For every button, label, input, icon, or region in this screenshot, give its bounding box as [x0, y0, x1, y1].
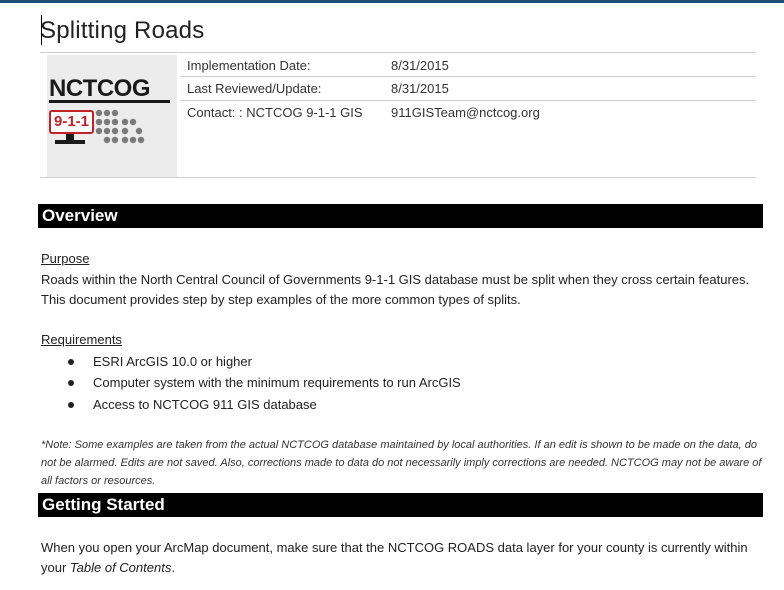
getting-started-heading-bar: Getting Started [38, 493, 763, 517]
overview-heading-bar: Overview [38, 204, 763, 228]
logo-911-monitor: 9-1-1 [49, 110, 94, 134]
contact-email[interactable]: 911GISTeam@nctcog.org [391, 104, 540, 122]
header-row-divider [180, 76, 756, 77]
nctcog-logo: NCTCOG 9-1-1 [47, 55, 177, 177]
purpose-subheading: Purpose [41, 251, 90, 266]
document-title: Splitting Roads [40, 17, 205, 44]
bullet-icon [68, 380, 74, 386]
bullet-icon [68, 359, 74, 365]
top-rule [0, 0, 784, 3]
last-reviewed-label: Last Reviewed/Update: [187, 81, 322, 96]
table-of-contents-term: Table of Contents [69, 560, 172, 575]
requirement-item: ESRI ArcGIS 10.0 or higher [93, 354, 252, 369]
note-paragraph: *Note: Some examples are taken from the … [41, 439, 762, 487]
last-reviewed-value: 8/31/2015 [391, 81, 449, 96]
requirement-item: Computer system with the minimum require… [93, 375, 461, 390]
logo-underline [49, 100, 170, 103]
getting-started-paragraph: When you open your ArcMap document, make… [41, 538, 761, 578]
header-rule [40, 52, 756, 53]
contact-label: Contact: : NCTCOG 9-1-1 GIS [187, 105, 363, 120]
header-bottom-rule [40, 177, 756, 178]
implementation-date-value: 8/31/2015 [391, 58, 449, 73]
implementation-date-label: Implementation Date: [187, 58, 311, 73]
monitor-base-icon [55, 140, 85, 144]
getting-started-period: . [171, 560, 175, 575]
requirements-subheading: Requirements [41, 332, 122, 347]
logo-911-text: 9-1-1 [53, 113, 90, 130]
requirement-item: Access to NCTCOG 911 GIS database [93, 397, 317, 412]
text-cursor [41, 15, 42, 45]
bullet-icon [68, 402, 74, 408]
getting-started-heading: Getting Started [42, 495, 165, 514]
keypad-dots-icon [95, 109, 145, 144]
overview-heading: Overview [42, 206, 118, 225]
header-row-divider [180, 100, 756, 101]
logo-org-name: NCTCOG [49, 75, 151, 102]
purpose-paragraph: Roads within the North Central Council o… [41, 272, 750, 307]
